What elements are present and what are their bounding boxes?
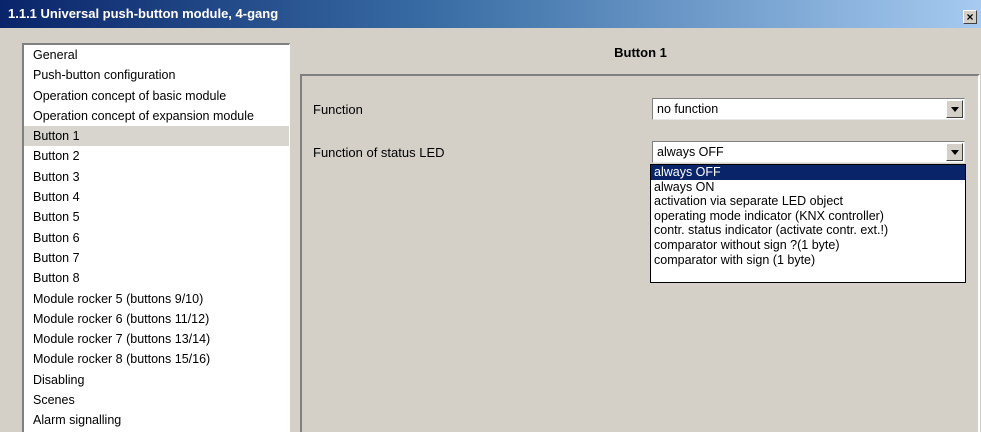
status-led-label: Function of status LED <box>313 145 445 160</box>
nav-item-button-5[interactable]: Button 5 <box>24 207 289 227</box>
nav-item-alarm-signalling[interactable]: Alarm signalling <box>24 410 289 430</box>
nav-item-button-2[interactable]: Button 2 <box>24 146 289 166</box>
option-comparator-with-sign[interactable]: comparator with sign (1 byte) <box>651 253 965 268</box>
nav-item-module-rocker-7[interactable]: Module rocker 7 (buttons 13/14) <box>24 329 289 349</box>
status-led-select-value: always OFF <box>657 145 724 159</box>
nav-item-module-rocker-6[interactable]: Module rocker 6 (buttons 11/12) <box>24 309 289 329</box>
option-always-off[interactable]: always OFF <box>651 165 965 180</box>
chevron-down-icon[interactable] <box>946 143 963 161</box>
option-operating-mode-indicator[interactable]: operating mode indicator (KNX controller… <box>651 209 965 224</box>
window-title: 1.1.1 Universal push-button module, 4-ga… <box>8 6 279 21</box>
nav-item-general[interactable]: General <box>24 45 289 65</box>
function-select-value: no function <box>657 102 719 116</box>
nav-item-module-rocker-5[interactable]: Module rocker 5 (buttons 9/10) <box>24 289 289 309</box>
function-label: Function <box>313 102 363 117</box>
option-separate-led-object[interactable]: activation via separate LED object <box>651 194 965 209</box>
page-title: Button 1 <box>614 45 667 60</box>
nav-item-button-7[interactable]: Button 7 <box>24 248 289 268</box>
nav-item-disabling[interactable]: Disabling <box>24 370 289 390</box>
window-title-bar: 1.1.1 Universal push-button module, 4-ga… <box>0 0 981 28</box>
status-led-select[interactable]: always OFF <box>652 141 965 163</box>
chevron-down-icon[interactable] <box>946 100 963 118</box>
parameter-tree[interactable]: General Push-button configuration Operat… <box>22 43 290 432</box>
nav-item-module-rocker-8[interactable]: Module rocker 8 (buttons 15/16) <box>24 349 289 369</box>
close-button[interactable]: × <box>963 10 977 24</box>
nav-item-button-4[interactable]: Button 4 <box>24 187 289 207</box>
option-comparator-without-sign[interactable]: comparator without sign ?(1 byte) <box>651 238 965 253</box>
nav-item-button-3[interactable]: Button 3 <box>24 167 289 187</box>
nav-item-operation-concept-basic[interactable]: Operation concept of basic module <box>24 86 289 106</box>
nav-item-push-button-configuration[interactable]: Push-button configuration <box>24 65 289 85</box>
option-always-on[interactable]: always ON <box>651 180 965 195</box>
nav-item-button-8[interactable]: Button 8 <box>24 268 289 288</box>
nav-item-scenes[interactable]: Scenes <box>24 390 289 410</box>
status-led-dropdown-list[interactable]: always OFF always ON activation via sepa… <box>650 164 966 283</box>
nav-item-operation-concept-expansion[interactable]: Operation concept of expansion module <box>24 106 289 126</box>
nav-item-button-6[interactable]: Button 6 <box>24 228 289 248</box>
nav-item-button-1[interactable]: Button 1 <box>24 126 289 147</box>
option-controller-status-indicator[interactable]: contr. status indicator (activate contr.… <box>651 223 965 238</box>
function-select[interactable]: no function <box>652 98 965 120</box>
